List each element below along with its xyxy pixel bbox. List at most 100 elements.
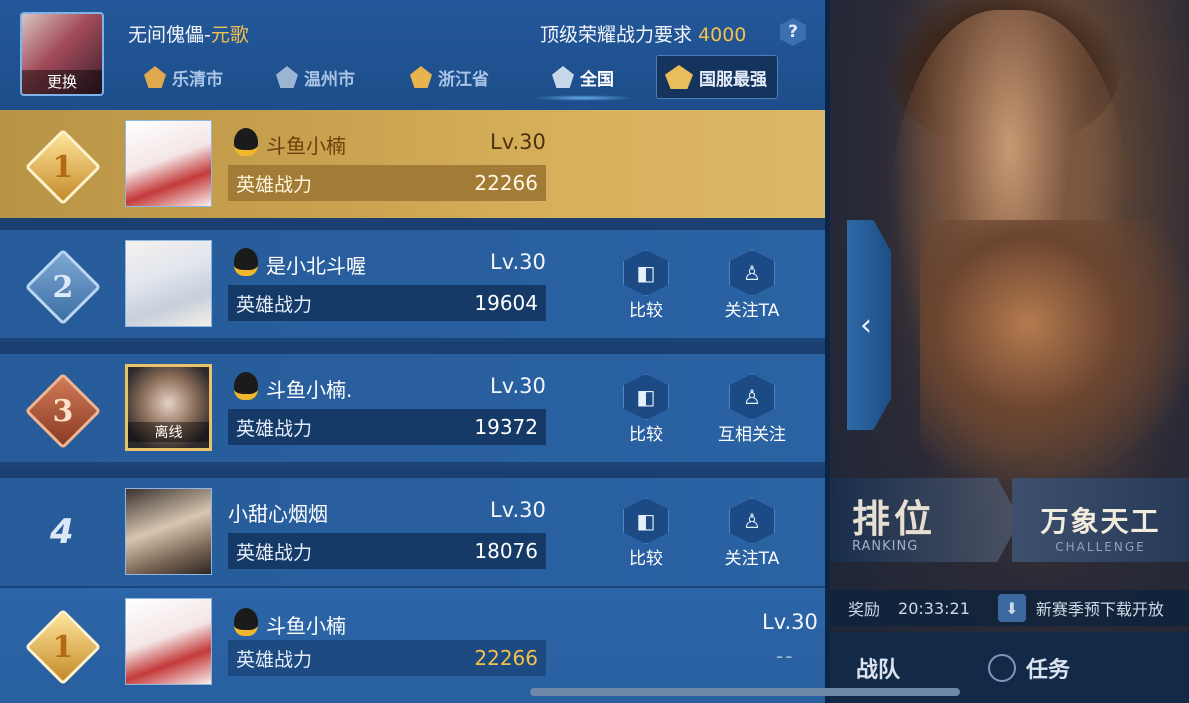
tab-leqing[interactable]: 乐清市 [144, 55, 223, 99]
city-badge-icon [276, 66, 298, 88]
player-level: Lv.30 [762, 610, 818, 634]
task-button[interactable]: 任务 [988, 652, 1070, 684]
compare-icon: ◧ [623, 374, 669, 420]
avatar[interactable] [125, 240, 212, 327]
hero-label: 无间傀儡- [128, 24, 211, 46]
qq-penguin-icon [234, 128, 258, 156]
follow-button[interactable]: ♙ 关注TA [712, 250, 792, 330]
city-badge-icon [144, 66, 166, 88]
power-value: 19604 [474, 291, 538, 315]
rank-number: 2 [52, 269, 74, 305]
power-label: 英雄战力 [236, 293, 313, 316]
top-server-badge-icon [665, 65, 693, 89]
power-box: 英雄战力 19372 [228, 409, 546, 445]
hero-avatar[interactable]: 更换 [20, 12, 104, 96]
avatar[interactable]: 离线 [125, 364, 212, 451]
challenge-mode-sub: CHALLENGE [1055, 540, 1146, 554]
leaderboard-row-2[interactable]: 2 是小北斗喔 Lv.30 英雄战力 19604 ◧ 比较 ♙ 关注TA [0, 230, 825, 338]
avatar[interactable] [125, 598, 212, 685]
compare-button[interactable]: ◧ 比较 [606, 374, 686, 454]
power-label: 英雄战力 [236, 173, 313, 196]
team-button[interactable]: 战队 [856, 652, 900, 684]
change-hero-button[interactable]: 更换 [22, 70, 102, 94]
ranking-mode-sub: RANKING [852, 539, 919, 554]
rank-number: 1 [52, 629, 74, 665]
follow-user-icon: ♙ [729, 250, 775, 296]
mutual-follow-label: 互相关注 [718, 425, 786, 445]
leaderboard-panel: 更换 无间傀儡-元歌 顶级荣耀战力要求 4000 ? 乐清市 温州市 浙江省 全… [0, 0, 825, 703]
power-box: 英雄战力 22266 [228, 640, 546, 676]
info-bar: 奖励 20:33:21 ⬇ 新赛季预下载开放 [830, 590, 1189, 626]
leaderboard-row-4[interactable]: 4 小甜心烟烟 Lv.30 英雄战力 18076 ◧ 比较 ♙ 关注TA [0, 478, 825, 586]
qq-penguin-icon [234, 248, 258, 276]
tab-national[interactable]: 全国 [532, 55, 634, 101]
leaderboard-row-1[interactable]: 1 斗鱼小楠 Lv.30 英雄战力 22266 [0, 110, 825, 218]
requirement-text: 顶级荣耀战力要求 4000 [540, 20, 746, 47]
avatar[interactable] [125, 120, 212, 207]
compare-button[interactable]: ◧ 比较 [606, 498, 686, 578]
scrollbar[interactable] [530, 688, 960, 696]
hero-title: 无间傀儡-元歌 [128, 20, 249, 47]
download-icon[interactable]: ⬇ [997, 594, 1026, 622]
extra-value: -- [776, 644, 795, 668]
row-divider [0, 466, 825, 478]
follow-button[interactable]: ♙ 关注TA [712, 498, 792, 578]
requirement-value: 4000 [698, 24, 747, 46]
compare-label: 比较 [629, 301, 663, 321]
power-value: 19372 [474, 415, 538, 439]
countdown-time: 20:33:21 [898, 598, 970, 618]
rank-number: 3 [52, 393, 74, 429]
row-divider [0, 342, 825, 354]
tab-top-server[interactable]: 国服最强 [656, 55, 778, 99]
reward-label[interactable]: 奖励 [848, 596, 880, 620]
player-level: Lv.30 [490, 498, 546, 522]
tab-label: 乐清市 [172, 69, 223, 90]
player-name: 斗鱼小楠. [266, 378, 353, 402]
follow-label: 关注TA [724, 549, 780, 569]
avatar[interactable] [125, 488, 212, 575]
ranking-mode-title: 排位 [852, 497, 937, 541]
tab-label: 国服最强 [699, 69, 767, 90]
row-divider [0, 218, 825, 230]
compare-button[interactable]: ◧ 比较 [606, 250, 686, 330]
player-name: 斗鱼小楠 [266, 134, 346, 158]
task-icon [988, 653, 1017, 682]
leaderboard-row-3[interactable]: 3 离线 斗鱼小楠. Lv.30 英雄战力 19372 ◧ 比较 ♙ 互相关注 [0, 354, 825, 462]
tab-zhejiang[interactable]: 浙江省 [410, 55, 489, 99]
qq-penguin-icon [234, 608, 258, 636]
rank-number: 4 [50, 512, 74, 552]
rank-number: 1 [52, 149, 74, 185]
power-value: 22266 [474, 646, 538, 670]
hero-armor [920, 220, 1189, 480]
player-level: Lv.30 [490, 130, 546, 154]
leaderboard-header: 更换 无间傀儡-元歌 顶级荣耀战力要求 4000 ? 乐清市 温州市 浙江省 全… [0, 0, 825, 110]
rank-3-badge-icon: 3 [22, 370, 104, 452]
power-label: 英雄战力 [236, 417, 313, 440]
power-box: 英雄战力 22266 [228, 165, 546, 201]
player-name: 斗鱼小楠 [266, 614, 346, 638]
follow-user-icon: ♙ [729, 498, 775, 544]
season-news[interactable]: 新赛季预下载开放 [1036, 596, 1164, 620]
requirement-label: 顶级荣耀战力要求 [540, 24, 699, 46]
rank-1-badge-icon: 1 [22, 606, 104, 688]
compare-icon: ◧ [623, 250, 669, 296]
offline-status: 离线 [128, 422, 209, 442]
power-box: 英雄战力 19604 [228, 285, 546, 321]
rank-2-badge-icon: 2 [22, 246, 104, 328]
mutual-follow-button[interactable]: ♙ 互相关注 [712, 374, 792, 454]
hero-name: 元歌 [210, 24, 249, 46]
power-label: 英雄战力 [236, 648, 313, 671]
province-badge-icon [410, 66, 432, 88]
ranking-mode-button[interactable]: 排位 RANKING [830, 478, 1020, 562]
collapse-panel-button[interactable]: ‹ [847, 220, 891, 430]
my-rank-row[interactable]: 1 斗鱼小楠 Lv.30 英雄战力 22266 -- [0, 588, 825, 703]
help-icon[interactable]: ? [780, 18, 806, 46]
power-value: 22266 [474, 171, 538, 195]
compare-label: 比较 [629, 549, 663, 569]
tab-wenzhou[interactable]: 温州市 [276, 55, 355, 99]
power-box: 英雄战力 18076 [228, 533, 546, 569]
compare-label: 比较 [629, 425, 663, 445]
challenge-mode-button[interactable]: 万象天工 CHALLENGE [1012, 478, 1189, 562]
player-name: 小甜心烟烟 [228, 502, 328, 526]
qq-penguin-icon [234, 372, 258, 400]
